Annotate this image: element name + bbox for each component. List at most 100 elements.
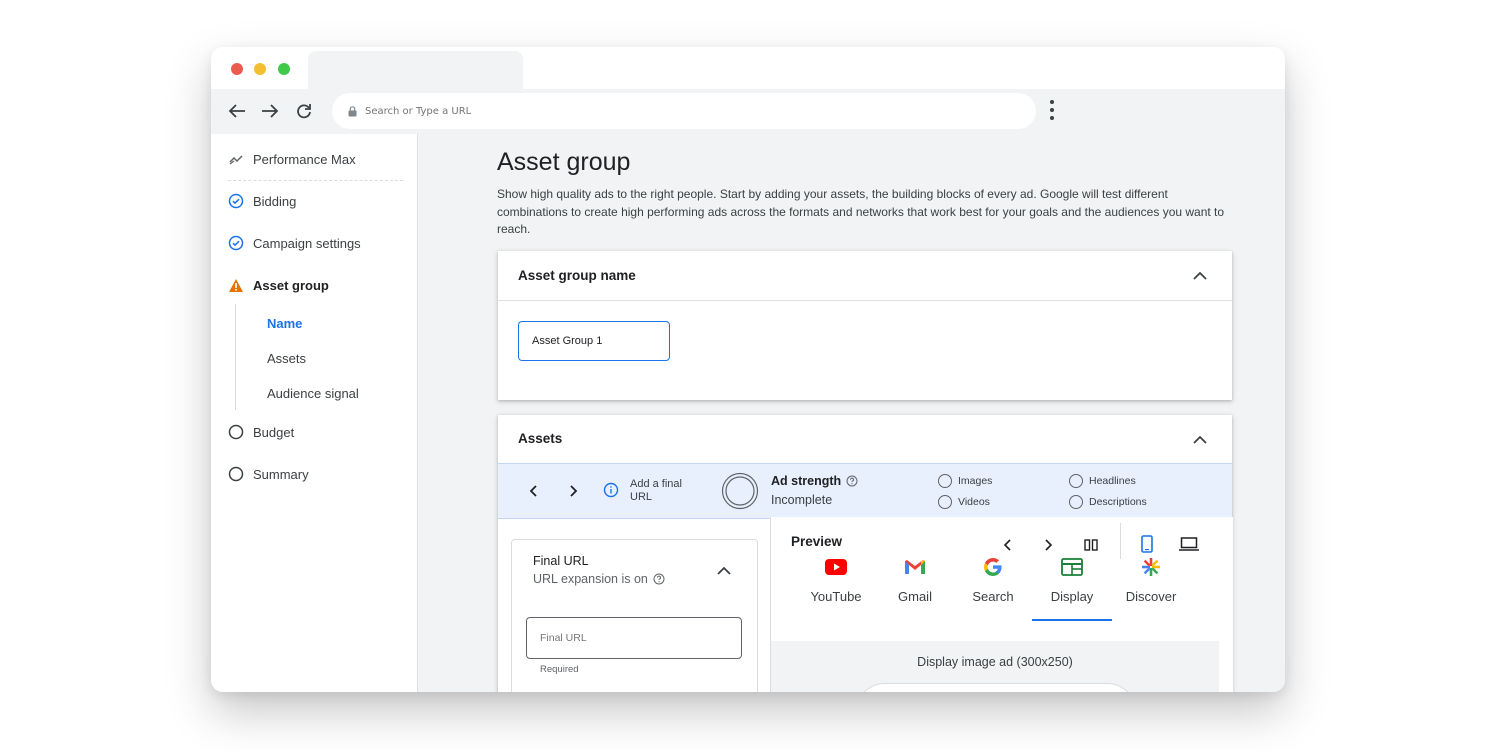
add-url-line1: Add a final	[630, 478, 682, 490]
tab-display[interactable]: Display	[1032, 555, 1112, 621]
descriptions-label: Descriptions	[1089, 496, 1147, 508]
tab-discover[interactable]: Discover	[1116, 555, 1186, 604]
assets-card: Assets Add a final URL Ad strength Incom…	[498, 415, 1233, 692]
preview-format-label: Display image ad (300x250)	[917, 655, 1073, 669]
images-label: Images	[958, 475, 993, 487]
sidebar-divider	[228, 180, 403, 181]
descriptions-check[interactable]	[1069, 495, 1083, 509]
tab-label: Display	[1050, 589, 1094, 604]
sidebar-subitem-audience-signal[interactable]: Audience signal	[267, 386, 359, 401]
empty-circle-icon	[227, 465, 245, 483]
browser-window: Performance Max Bidding Campaign setting…	[211, 47, 1285, 692]
browser-tab[interactable]	[308, 51, 523, 89]
youtube-icon	[801, 555, 871, 579]
tab-label: YouTube	[810, 589, 862, 604]
sidebar-item-performance-max[interactable]: Performance Max	[227, 150, 356, 168]
close-window-button[interactable]	[231, 63, 243, 75]
mobile-device-icon[interactable]	[1137, 534, 1157, 554]
sidebar-subitem-assets[interactable]: Assets	[267, 351, 306, 366]
preview-panel: Preview YouTube Gmail Search Display Dis…	[770, 517, 1233, 692]
main-content: Asset group Show high quality ads to the…	[418, 134, 1285, 692]
ad-strength-strip: Add a final URL Ad strength Incomplete I…	[498, 463, 1232, 519]
sidebar-item-label: Asset group	[253, 277, 329, 293]
ad-strength-ring-icon	[721, 472, 759, 515]
sidebar-item-asset-group[interactable]: Asset group	[227, 276, 329, 294]
reload-icon[interactable]	[293, 100, 315, 122]
tab-label: Search	[972, 589, 1014, 604]
final-url-helper: Required	[540, 664, 579, 675]
sidebar-subitem-name[interactable]: Name	[267, 316, 302, 331]
tab-label: Gmail	[898, 589, 932, 604]
sidebar-item-bidding[interactable]: Bidding	[227, 192, 296, 210]
sidebar-item-summary[interactable]: Summary	[227, 465, 309, 483]
ad-strength-label: Ad strength	[771, 474, 842, 488]
add-final-url-link[interactable]: Add a final URL	[630, 478, 682, 504]
url-input[interactable]	[363, 104, 967, 118]
chevron-left-icon[interactable]	[523, 481, 543, 501]
substep-line	[235, 304, 236, 410]
chevron-right-icon[interactable]	[564, 481, 584, 501]
card-divider	[498, 300, 1232, 301]
info-icon	[603, 482, 619, 503]
final-url-card: Final URL URL expansion is on Required	[511, 539, 758, 692]
preview-body: Display image ad (300x250)	[771, 641, 1219, 692]
tab-search[interactable]: Search	[958, 555, 1028, 604]
address-bar[interactable]	[332, 93, 1036, 129]
more-menu-icon[interactable]	[1046, 99, 1058, 125]
forward-arrow-icon[interactable]	[259, 100, 281, 122]
final-url-input[interactable]	[526, 617, 742, 659]
preview-divider	[1120, 523, 1121, 559]
warning-icon	[227, 276, 245, 294]
title-bar	[211, 47, 1285, 89]
sidebar-item-label: Performance Max	[253, 151, 356, 167]
page-description: Show high quality ads to the right peopl…	[497, 187, 1225, 236]
chevron-right-icon[interactable]	[1039, 535, 1059, 555]
empty-circle-icon	[227, 423, 245, 441]
ad-strength-label-group: Ad strength	[771, 474, 858, 488]
display-icon	[1037, 555, 1107, 579]
sidebar-item-label: Summary	[253, 466, 309, 482]
add-url-line2: URL	[630, 491, 653, 503]
page-title: Asset group	[497, 148, 631, 176]
browser-toolbar	[211, 89, 1285, 134]
maximize-window-button[interactable]	[278, 63, 290, 75]
preview-title: Preview	[791, 534, 843, 549]
sidebar-item-budget[interactable]: Budget	[227, 423, 294, 441]
check-circle-icon	[227, 192, 245, 210]
asset-group-name-input[interactable]	[518, 321, 670, 361]
final-url-title: Final URL	[533, 554, 589, 568]
desktop-device-icon[interactable]	[1179, 534, 1199, 554]
headlines-check[interactable]	[1069, 474, 1083, 488]
discover-icon	[1116, 555, 1186, 579]
chevron-left-icon[interactable]	[997, 535, 1017, 555]
chevron-up-icon[interactable]	[1190, 265, 1210, 285]
google-icon	[958, 555, 1028, 579]
help-icon[interactable]	[653, 573, 665, 585]
chevron-up-icon[interactable]	[714, 560, 734, 580]
tab-gmail[interactable]: Gmail	[880, 555, 950, 604]
headlines-label: Headlines	[1089, 475, 1136, 487]
tab-label: Discover	[1125, 589, 1177, 604]
performance-icon	[227, 150, 245, 168]
active-tab-indicator	[1032, 619, 1112, 621]
gmail-icon	[880, 555, 950, 579]
videos-check[interactable]	[938, 495, 952, 509]
sidebar-item-label: Budget	[253, 424, 295, 440]
back-arrow-icon[interactable]	[226, 100, 248, 122]
videos-label: Videos	[958, 496, 990, 508]
tab-youtube[interactable]: YouTube	[801, 555, 871, 604]
ad-strength-value: Incomplete	[771, 493, 833, 507]
help-icon[interactable]	[846, 475, 858, 487]
sidebar-item-campaign-settings[interactable]: Campaign settings	[227, 234, 361, 252]
sidebar-item-label: Bidding	[253, 193, 297, 209]
url-expansion-text: URL expansion is on	[533, 572, 648, 586]
ad-preview-frame	[855, 683, 1137, 692]
campaign-steps-sidebar: Performance Max Bidding Campaign setting…	[211, 134, 418, 692]
card-title: Assets	[518, 431, 563, 446]
url-expansion-row: URL expansion is on	[533, 572, 665, 586]
images-check[interactable]	[938, 474, 952, 488]
minimize-window-button[interactable]	[254, 63, 266, 75]
column-view-icon[interactable]	[1081, 535, 1101, 555]
lock-icon	[348, 105, 357, 117]
chevron-up-icon[interactable]	[1190, 429, 1210, 449]
